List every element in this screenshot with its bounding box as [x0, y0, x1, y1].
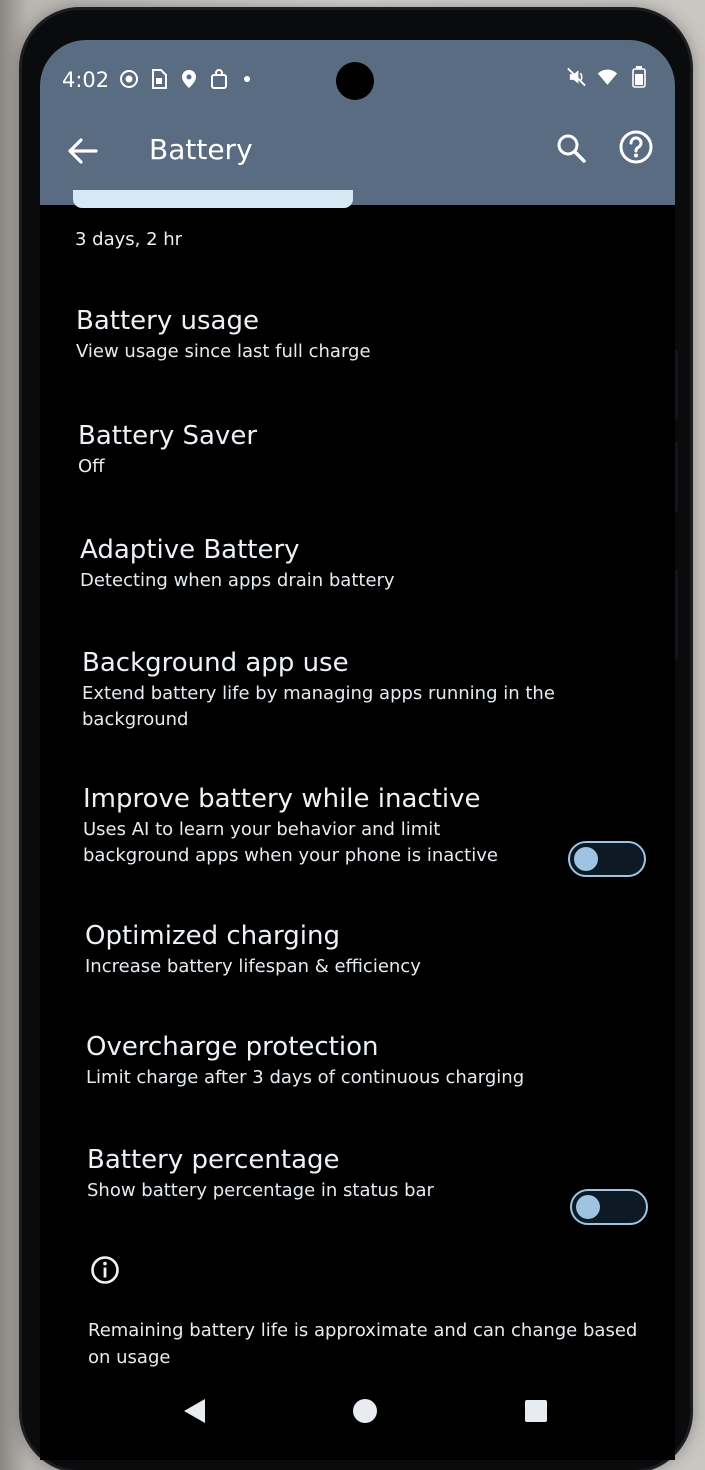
background-app-use-item[interactable]: Background app use Extend battery life b…	[82, 647, 582, 733]
whatsapp-icon	[118, 68, 139, 89]
nav-back-button[interactable]	[180, 1397, 208, 1425]
item-subtitle: Uses AI to learn your behavior and limit…	[83, 819, 498, 866]
battery-usage-item[interactable]: Battery usage View usage since last full…	[76, 305, 596, 365]
help-icon	[619, 130, 653, 164]
system-icons	[566, 65, 649, 88]
notification-icons	[118, 68, 250, 89]
item-subtitle: Extend battery life by managing apps run…	[82, 683, 555, 730]
toggle-knob	[576, 1195, 600, 1219]
app-bar: 4:02 Battery	[40, 40, 675, 205]
nav-home-icon	[353, 1399, 377, 1423]
search-button[interactable]	[555, 132, 589, 166]
item-title: Optimized charging	[85, 921, 340, 951]
optimized-charging-item[interactable]: Optimized charging Increase battery life…	[85, 920, 605, 980]
item-title: Background app use	[82, 648, 349, 678]
status-bar: 4:02	[40, 40, 675, 120]
battery-level-bar	[73, 190, 353, 208]
improve-battery-inactive-item[interactable]: Improve battery while inactive Uses AI t…	[83, 783, 523, 869]
item-subtitle: Increase battery lifespan & efficiency	[85, 956, 421, 977]
item-subtitle: Limit charge after 3 days of continuous …	[86, 1067, 525, 1088]
wifi-icon	[597, 66, 618, 87]
item-title: Improve battery while inactive	[83, 784, 481, 814]
nav-recents-icon	[525, 1400, 547, 1422]
sim-icon	[148, 68, 169, 89]
mute-icon	[566, 66, 587, 87]
status-time: 4:02	[62, 68, 110, 92]
toggle-knob	[574, 847, 598, 871]
search-icon	[557, 134, 586, 163]
item-title: Adaptive Battery	[80, 535, 300, 565]
item-subtitle: Detecting when apps drain battery	[80, 570, 395, 591]
front-camera	[336, 62, 374, 100]
navigation-bar	[40, 1385, 675, 1435]
battery-percentage-toggle[interactable]	[570, 1189, 648, 1225]
page-title: Battery	[149, 133, 253, 166]
item-title: Battery Saver	[78, 421, 258, 451]
item-subtitle: Show battery percentage in status bar	[87, 1180, 434, 1201]
help-button[interactable]	[617, 128, 657, 168]
item-title: Overcharge protection	[86, 1032, 379, 1062]
phone-screen: 4:02 Battery 3 days, 2 hr Battery usage …	[40, 40, 675, 1460]
item-subtitle: Off	[78, 456, 105, 477]
improve-battery-inactive-toggle[interactable]	[568, 841, 646, 877]
footer-note: Remaining battery life is approximate an…	[88, 1320, 638, 1368]
maps-icon	[178, 68, 199, 89]
overcharge-protection-item[interactable]: Overcharge protection Limit charge after…	[86, 1031, 606, 1091]
remaining-time: 3 days, 2 hr	[75, 229, 183, 250]
item-title: Battery percentage	[87, 1145, 340, 1175]
more-dot-icon	[244, 75, 250, 82]
battery-saver-item[interactable]: Battery Saver Off	[78, 420, 598, 480]
adaptive-battery-item[interactable]: Adaptive Battery Detecting when apps dra…	[80, 534, 600, 594]
battery-percentage-item[interactable]: Battery percentage Show battery percenta…	[87, 1144, 607, 1204]
nav-home-button[interactable]	[351, 1397, 379, 1425]
back-button[interactable]	[66, 136, 102, 166]
nav-back-icon	[184, 1399, 205, 1423]
item-title: Battery usage	[76, 306, 259, 336]
arrow-left-icon	[68, 138, 98, 164]
item-subtitle: View usage since last full charge	[76, 341, 371, 362]
battery-icon	[628, 65, 649, 88]
shopping-icon	[208, 68, 229, 89]
nav-recents-button[interactable]	[522, 1397, 550, 1425]
info-icon	[90, 1255, 120, 1285]
